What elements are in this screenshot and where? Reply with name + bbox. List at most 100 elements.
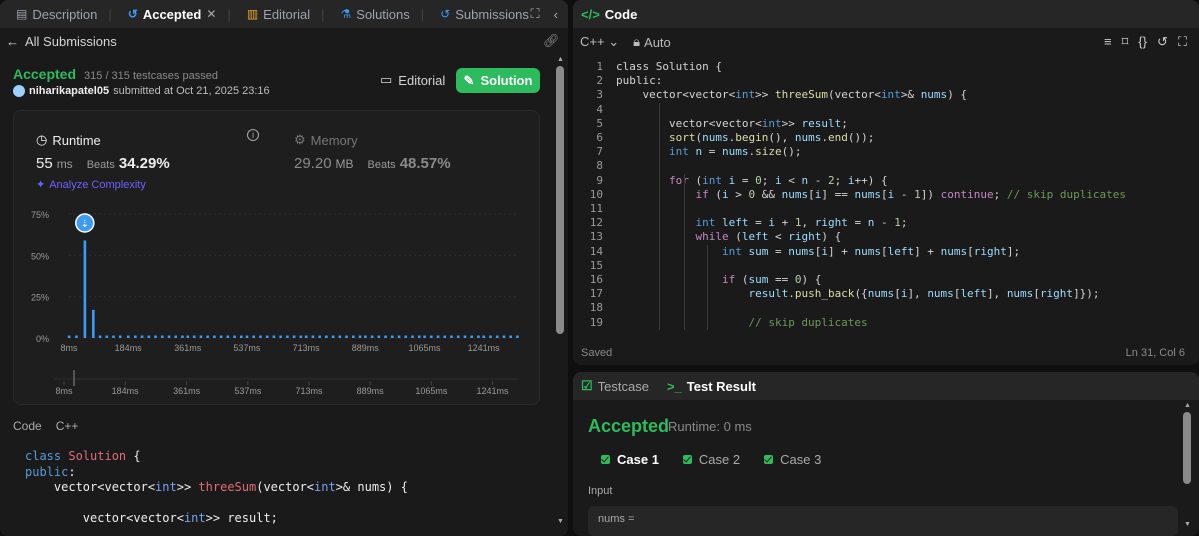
- code-line[interactable]: // skip duplicates: [616, 316, 867, 329]
- histogram-bar: [206, 335, 209, 338]
- histogram-bar: [272, 335, 276, 338]
- flask-icon: ⚗: [340, 7, 352, 21]
- code-line[interactable]: vector<vector<int>> threeSum(vector<int>…: [616, 88, 967, 101]
- result-scrollbar[interactable]: [1183, 412, 1191, 484]
- input-label: Input: [588, 485, 613, 497]
- range-tick-label: 1065ms: [415, 386, 448, 396]
- history-icon: ↺: [127, 7, 138, 21]
- line-number: 18: [589, 301, 603, 315]
- x-tick-label: 713ms: [293, 343, 321, 353]
- line-number: 16: [589, 273, 603, 286]
- scroll-up-icon[interactable]: ▲: [1184, 402, 1191, 409]
- histogram-bar: [370, 335, 374, 338]
- histogram-bar: [213, 335, 216, 338]
- line-number: 6: [596, 131, 603, 144]
- line-number: 14: [589, 244, 603, 258]
- close-tab-icon[interactable]: ✕: [206, 7, 216, 21]
- tab-submissions[interactable]: ↺ Submissions: [432, 0, 537, 28]
- range-tick-label: 184ms: [112, 386, 140, 396]
- maximize-icon[interactable]: ⛶: [531, 6, 540, 22]
- terminal-icon: >_: [666, 378, 682, 394]
- case-tab-2[interactable]: Case 2: [682, 452, 740, 467]
- book-icon: ▥: [246, 7, 259, 21]
- document-icon: ▤: [16, 7, 28, 21]
- save-status: Saved: [581, 347, 613, 359]
- scroll-down-icon[interactable]: ▼: [557, 518, 564, 525]
- code-editor[interactable]: 1 class Solution {2 public: 3 vector<vector…: [573, 58, 1199, 330]
- histogram-bar: [377, 335, 381, 338]
- code-line: public:: [25, 464, 76, 479]
- chevron-down-icon: ⌄: [608, 34, 620, 49]
- code-line[interactable]: while (left < right) {: [616, 230, 841, 243]
- histogram-bar: [502, 335, 506, 338]
- bookmark-icon[interactable]: ⌑: [1122, 34, 1129, 50]
- histogram-bar: [397, 335, 401, 338]
- braces-icon[interactable]: {}: [1138, 34, 1147, 50]
- code-line[interactable]: if (sum == 0) {: [616, 273, 821, 286]
- tab-solutions[interactable]: ⚗ Solutions |: [333, 0, 433, 28]
- code-line[interactable]: int sum = nums[i] + nums[left] + nums[ri…: [616, 245, 1020, 258]
- line-number: 4: [596, 102, 603, 116]
- lock-icon: 🔒︎: [633, 34, 641, 49]
- editor-toolbar: C++ ⌄ 🔒︎ Auto: [580, 34, 671, 50]
- case-tab-1[interactable]: Case 1: [601, 452, 659, 467]
- scroll-down-icon[interactable]: ▼: [1184, 521, 1191, 528]
- histogram-bar: [509, 335, 512, 338]
- histogram-bar: [318, 335, 321, 338]
- tab-editorial[interactable]: ▥ Editorial |: [239, 0, 333, 28]
- reset-icon[interactable]: ↺: [1157, 34, 1168, 50]
- histogram-bar: [482, 335, 486, 338]
- avatar[interactable]: [13, 85, 25, 97]
- histogram-bar: [226, 335, 230, 338]
- cursor-position: Ln 31, Col 6: [1125, 347, 1185, 359]
- description-panel: ▤ Description | ↺ Accepted ✕ | ▥ Editori…: [0, 0, 568, 536]
- histogram-bar: [311, 335, 315, 338]
- histogram-bar: [98, 335, 102, 338]
- histogram-bar: [345, 335, 348, 338]
- code-line[interactable]: public:: [616, 74, 662, 87]
- code-line: vector<vector<int>> threeSum(vector<int>…: [25, 480, 408, 494]
- language-select[interactable]: C++ ⌄: [580, 34, 619, 50]
- format-icon[interactable]: ≡: [1104, 34, 1112, 50]
- y-tick-label: 0%: [36, 334, 49, 344]
- line-number: 8: [596, 159, 603, 173]
- code-line[interactable]: class Solution {: [616, 60, 722, 73]
- all-submissions-link[interactable]: ← All Submissions: [6, 32, 117, 50]
- collapse-left-icon[interactable]: ‹: [554, 7, 558, 22]
- range-tick-label: 713ms: [296, 386, 324, 396]
- scrollbar-thumb[interactable]: [556, 66, 564, 334]
- y-tick-label: 25%: [31, 293, 49, 303]
- tab-accepted[interactable]: ↺ Accepted ✕ |: [120, 0, 239, 28]
- line-number: 5: [596, 116, 603, 130]
- test-result-panel: ☑ Testcase >_ Test Result Accepted Runti…: [573, 372, 1199, 536]
- line-number: 15: [589, 258, 603, 272]
- code-line[interactable]: sort(nums.begin(), nums.end());: [616, 131, 874, 144]
- histogram-bar: [140, 335, 144, 338]
- auto-mode[interactable]: 🔒︎ Auto: [633, 34, 671, 50]
- fullscreen-icon[interactable]: ⛶: [1178, 34, 1187, 50]
- tab-test-result[interactable]: >_ Test Result: [667, 379, 756, 394]
- left-scrollbar[interactable]: [556, 66, 564, 528]
- code-line[interactable]: for (int i = 0; i < n - 2; i++) {: [616, 174, 888, 187]
- editor-actions: ≡ ⌑ {} ↺ ⛶: [1104, 34, 1187, 50]
- username[interactable]: niharikapatel05: [29, 85, 109, 97]
- histogram-bar: [199, 335, 203, 338]
- editorial-button[interactable]: ▭ Editorial: [376, 68, 449, 92]
- tab-testcase[interactable]: ☑ Testcase: [581, 378, 649, 394]
- tab-description[interactable]: ▤ Description |: [8, 0, 120, 28]
- check-icon: [682, 455, 692, 464]
- x-tick-label: 889ms: [352, 343, 380, 353]
- line-number: 13: [589, 230, 603, 244]
- link-icon[interactable]: 🔗︎: [543, 33, 560, 49]
- case-tab-3[interactable]: Case 3: [764, 452, 821, 467]
- scroll-up-icon[interactable]: ▲: [557, 56, 564, 63]
- x-tick-label: 8ms: [60, 343, 78, 353]
- solution-button[interactable]: ✎ Solution: [456, 68, 540, 93]
- code-line[interactable]: result.push_back({nums[i], nums[left], n…: [616, 287, 1099, 300]
- code-line[interactable]: vector<vector<int>> result;: [616, 117, 848, 130]
- histogram-bar: [265, 335, 269, 338]
- histogram-bar: [304, 335, 308, 338]
- code-line[interactable]: if (i > 0 && nums[i] == nums[i - 1]) con…: [616, 188, 1126, 201]
- histogram-bar: [436, 335, 440, 338]
- code-line[interactable]: int n = nums.size();: [616, 145, 802, 158]
